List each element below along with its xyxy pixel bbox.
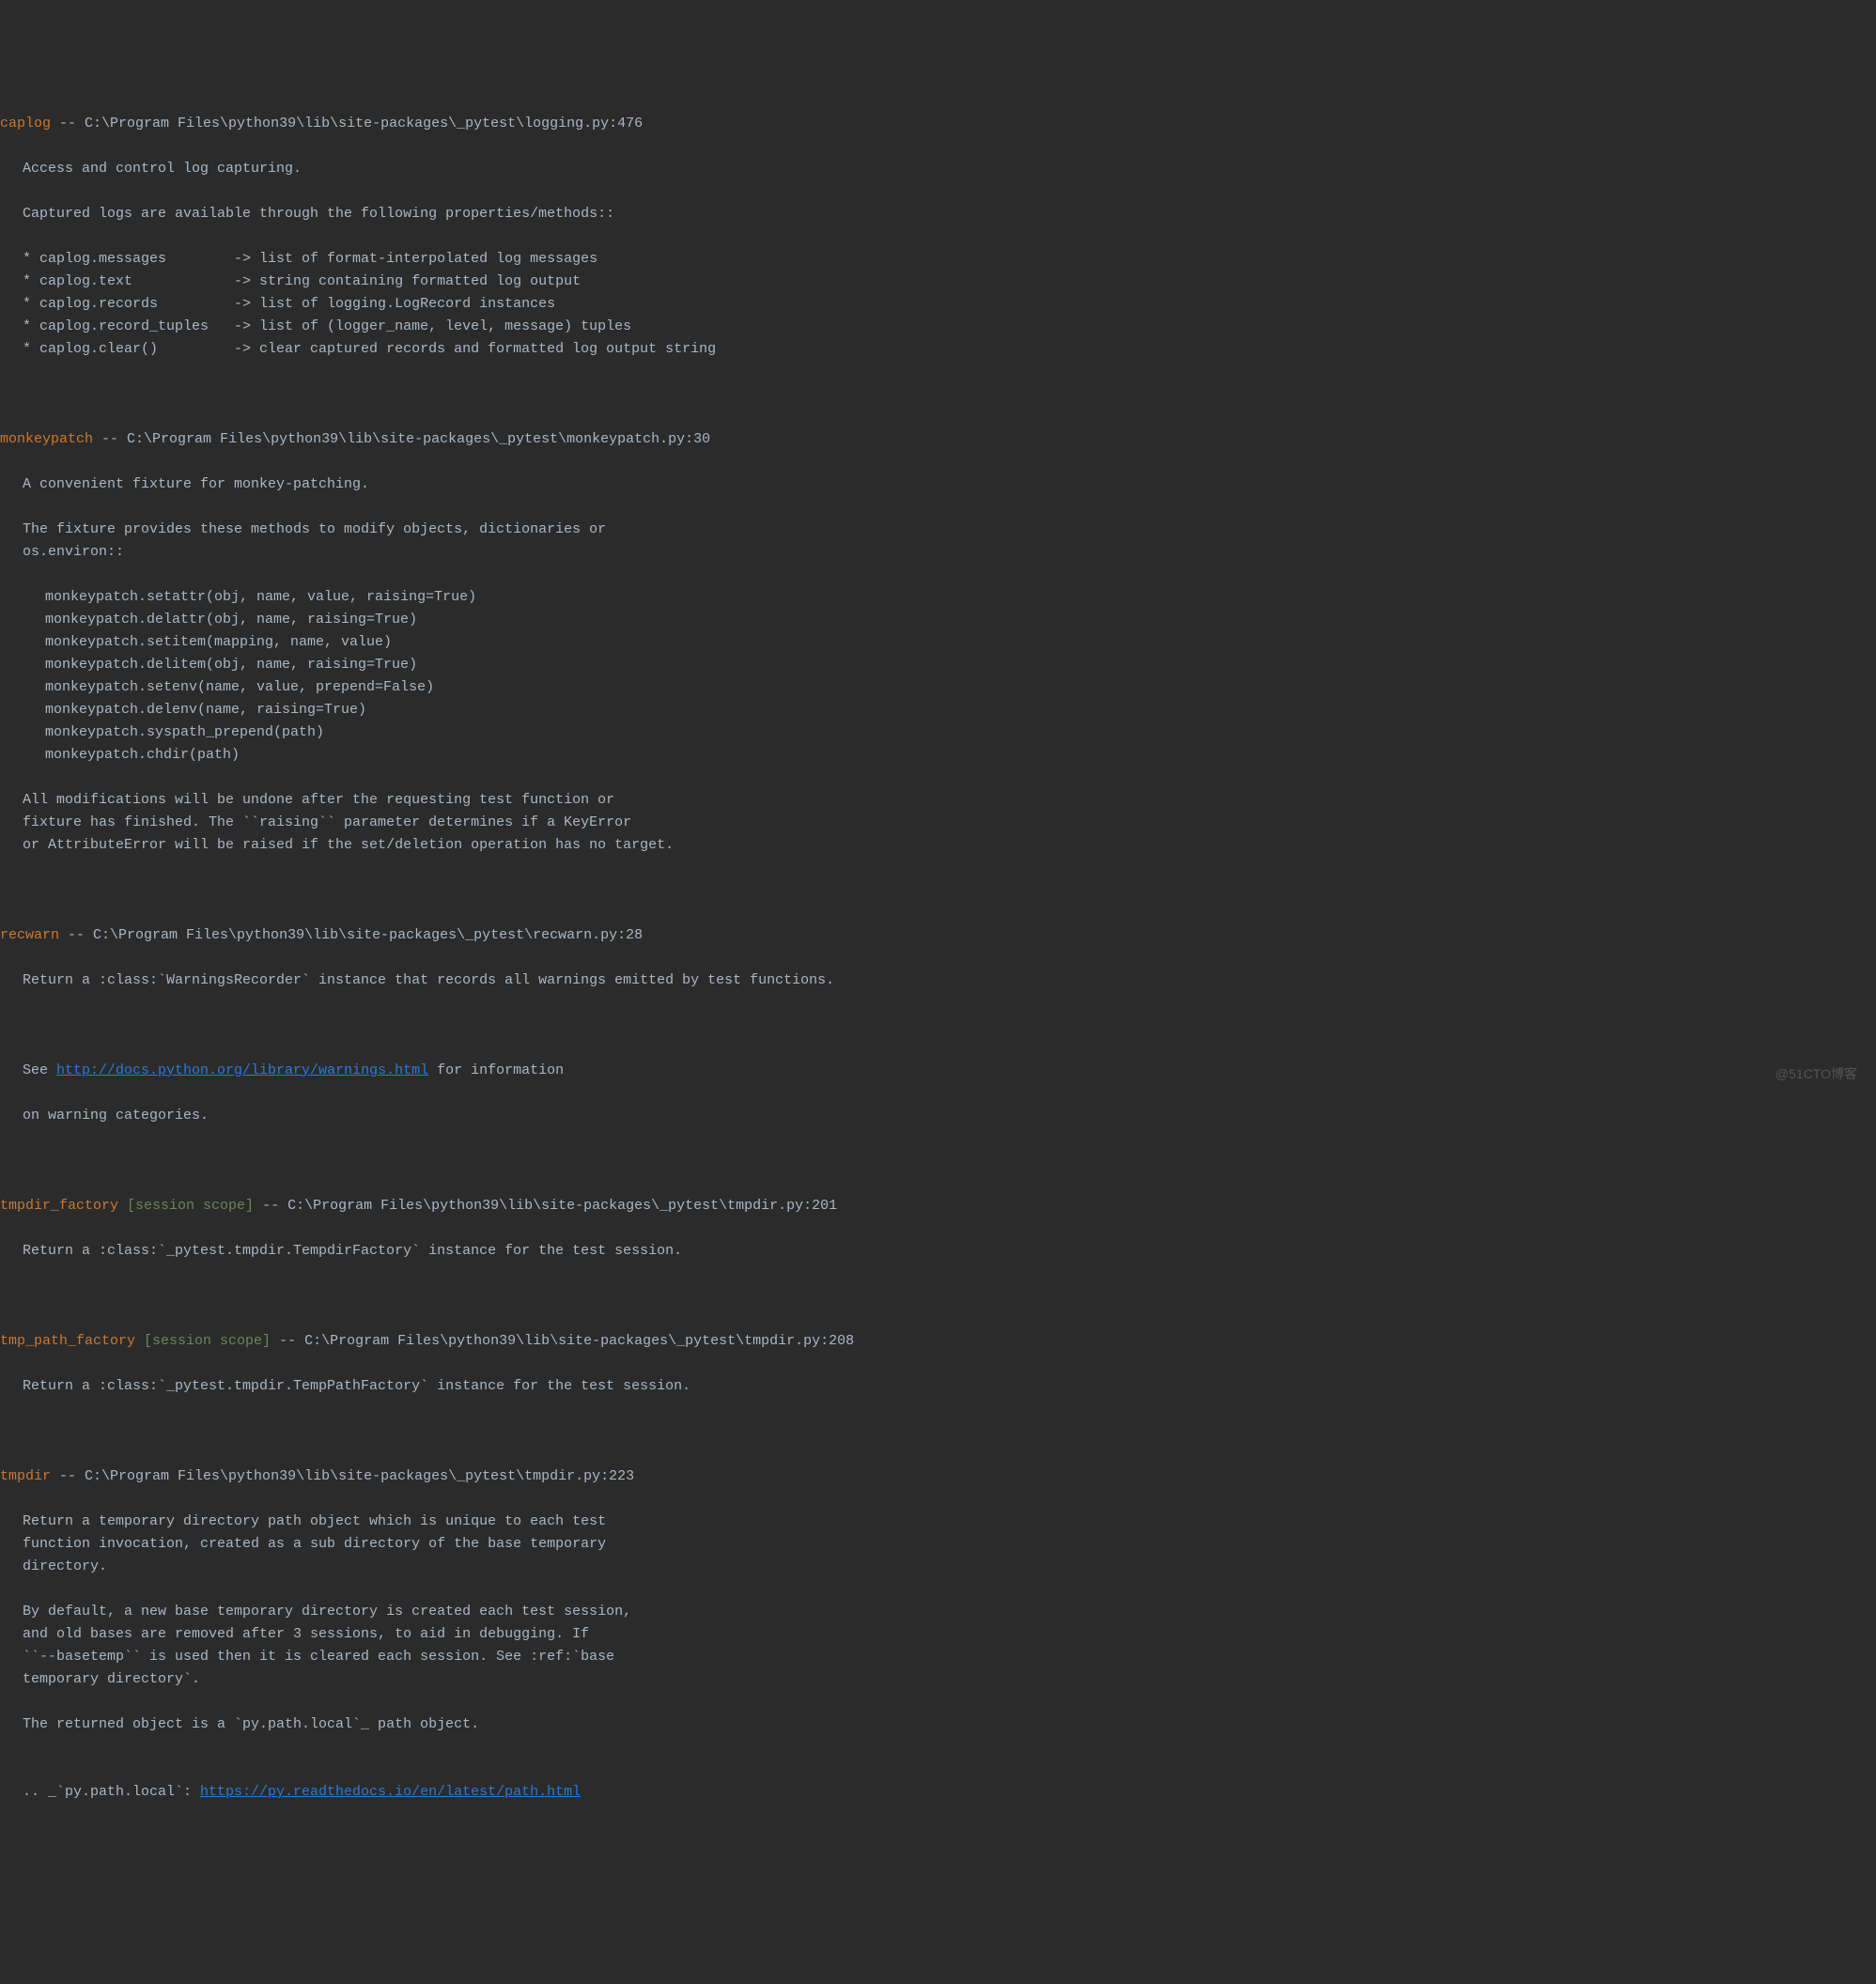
fixture-path: C:\Program Files\python39\lib\site-packa… (85, 1468, 634, 1484)
description-line: A convenient fixture for monkey-patching… (0, 473, 1876, 496)
description-line: * caplog.messages -> list of format-inte… (0, 248, 1876, 271)
description-line: monkeypatch.delitem(obj, name, raising=T… (0, 654, 1876, 676)
monkeypatch-description: A convenient fixture for monkey-patching… (0, 473, 1876, 857)
description-line: monkeypatch.chdir(path) (0, 744, 1876, 767)
description-line: The returned object is a `py.path.local`… (0, 1713, 1876, 1736)
separator: -- (254, 1198, 287, 1214)
description-line (0, 1736, 1876, 1759)
description-line: All modifications will be undone after t… (0, 789, 1876, 812)
description-line (0, 564, 1876, 586)
description-line: monkeypatch.setitem(mapping, name, value… (0, 631, 1876, 654)
description-line: directory. (0, 1556, 1876, 1578)
description-line: Return a temporary directory path object… (0, 1511, 1876, 1533)
py-path-local-link[interactable]: https://py.readthedocs.io/en/latest/path… (200, 1784, 581, 1800)
fixture-name-tmpdir: tmpdir (0, 1468, 51, 1484)
separator: -- (51, 1468, 85, 1484)
description-line: ``--basetemp`` is used then it is cleare… (0, 1646, 1876, 1668)
description-line: monkeypatch.setattr(obj, name, value, ra… (0, 586, 1876, 609)
description-line: function invocation, created as a sub di… (0, 1533, 1876, 1556)
separator: -- (93, 431, 127, 447)
description-line (0, 1578, 1876, 1601)
fixture-name-recwarn: recwarn (0, 927, 59, 943)
fixture-path: C:\Program Files\python39\lib\site-packa… (93, 927, 643, 943)
recwarn-see-line: See http://docs.python.org/library/warni… (0, 1060, 1876, 1082)
recwarn-description-2: on warning categories. (0, 1105, 1876, 1127)
fixture-path: C:\Program Files\python39\lib\site-packa… (85, 116, 643, 132)
description-line (0, 767, 1876, 789)
description-line: By default, a new base temporary directo… (0, 1601, 1876, 1623)
description-line: monkeypatch.setenv(name, value, prepend=… (0, 676, 1876, 699)
fixture-path: C:\Program Files\python39\lib\site-packa… (287, 1198, 837, 1214)
tmpdir-factory-description: Return a :class:`_pytest.tmpdir.TempdirF… (0, 1240, 1876, 1263)
session-scope-badge: [session scope] (118, 1198, 254, 1214)
session-scope-badge: [session scope] (135, 1333, 271, 1349)
description-line: os.environ:: (0, 541, 1876, 564)
description-line (0, 225, 1876, 248)
description-line: temporary directory`. (0, 1668, 1876, 1691)
terminal-output: caplog -- C:\Program Files\python39\lib\… (0, 90, 1876, 1826)
description-line: and old bases are removed after 3 sessio… (0, 1623, 1876, 1646)
description-line (0, 1691, 1876, 1713)
description-line (0, 496, 1876, 519)
fixture-name-monkeypatch: monkeypatch (0, 431, 93, 447)
description-line: * caplog.record_tuples -> list of (logge… (0, 316, 1876, 338)
warnings-docs-link[interactable]: http://docs.python.org/library/warnings.… (56, 1062, 428, 1078)
tmp-path-factory-description: Return a :class:`_pytest.tmpdir.TempPath… (0, 1375, 1876, 1398)
separator: -- (51, 116, 85, 132)
description-line: monkeypatch.delattr(obj, name, raising=T… (0, 609, 1876, 631)
separator: -- (271, 1333, 304, 1349)
tmpdir-ref-line: .. _`py.path.local`: https://py.readthed… (0, 1781, 1876, 1804)
fixture-name-caplog: caplog (0, 116, 51, 132)
description-line: The fixture provides these methods to mo… (0, 519, 1876, 541)
fixture-name-tmp-path-factory: tmp_path_factory (0, 1333, 135, 1349)
recwarn-description: Return a :class:`WarningsRecorder` insta… (0, 969, 1876, 992)
fixture-path: C:\Program Files\python39\lib\site-packa… (127, 431, 710, 447)
fixture-name-tmpdir-factory: tmpdir_factory (0, 1198, 118, 1214)
watermark: @51CTO博客 (1775, 1063, 1857, 1084)
description-line: fixture has finished. The ``raising`` pa… (0, 812, 1876, 834)
description-line: or AttributeError will be raised if the … (0, 834, 1876, 857)
description-line: * caplog.clear() -> clear captured recor… (0, 338, 1876, 361)
separator: -- (59, 927, 93, 943)
description-line: Captured logs are available through the … (0, 203, 1876, 225)
description-line: * caplog.text -> string containing forma… (0, 271, 1876, 293)
description-line (0, 180, 1876, 203)
description-line: monkeypatch.syspath_prepend(path) (0, 721, 1876, 744)
description-line: * caplog.records -> list of logging.LogR… (0, 293, 1876, 316)
description-line: monkeypatch.delenv(name, raising=True) (0, 699, 1876, 721)
fixture-path: C:\Program Files\python39\lib\site-packa… (304, 1333, 854, 1349)
caplog-description: Access and control log capturing. Capture… (0, 158, 1876, 361)
tmpdir-description: Return a temporary directory path object… (0, 1511, 1876, 1759)
description-line: Access and control log capturing. (0, 158, 1876, 180)
